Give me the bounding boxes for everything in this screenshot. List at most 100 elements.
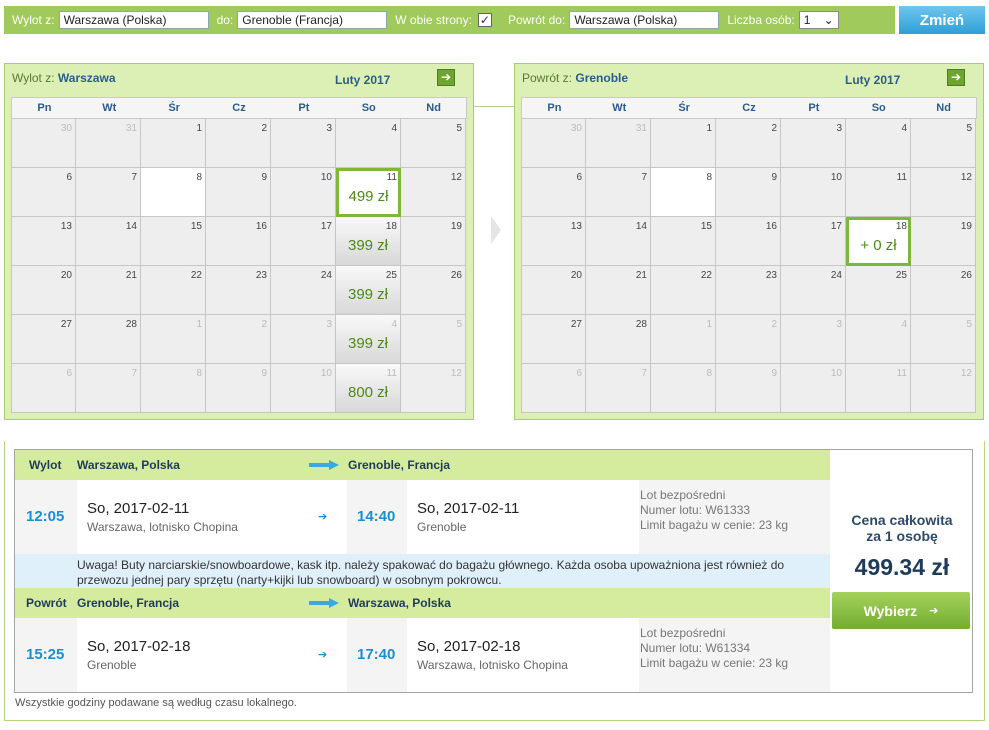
calendar-day: 28 [586, 315, 651, 364]
day-number: 7 [131, 368, 137, 379]
return-input[interactable] [569, 11, 720, 29]
calendar-day: 28 [76, 315, 141, 364]
arrow-right-icon [491, 216, 501, 244]
day-number: 1 [196, 123, 202, 134]
calendar-day-priced[interactable]: 18 399 zł [336, 217, 401, 266]
calendar-day-priced[interactable]: 4 399 zł [336, 315, 401, 364]
return-label: Powrót do: [507, 13, 566, 27]
day-number: 12 [450, 368, 462, 379]
day-number: 10 [830, 368, 842, 379]
calendar-day: 16 [206, 217, 271, 266]
calendar-week: 6 7 8 9 10 11 499 zł 12 [11, 168, 467, 217]
calendar-week: 27 28 1 2 3 4 399 zł 5 [11, 315, 467, 364]
month-label: Luty 2017 [845, 73, 901, 87]
next-month-icon[interactable]: ➔ [437, 69, 455, 86]
calendar-day: 19 [401, 217, 466, 266]
calendar-day: 7 [76, 168, 141, 217]
calendar-day: 8 [141, 168, 206, 217]
from-label: Powrót z: [522, 71, 573, 85]
day-number: 17 [320, 221, 332, 232]
day-number: 3 [326, 319, 332, 330]
direct-flight: Lot bezpośredni [640, 626, 726, 640]
calendar-day: 15 [651, 217, 716, 266]
day-number: 28 [635, 319, 647, 330]
weekday-label: So [871, 102, 886, 114]
calendar-day: 19 [911, 217, 976, 266]
calendar-day: 8 [651, 364, 716, 413]
calendar-day: 15 [141, 217, 206, 266]
leg-from: Grenoble, Francja [77, 596, 180, 610]
weekday-label: So [361, 102, 376, 114]
arrival-date: So, 2017-02-18 [417, 638, 521, 655]
flight-summary: Wylot Warszawa, Polska Grenoble, Francja… [14, 449, 973, 693]
calendar-day: 24 [781, 266, 846, 315]
arrival-date: So, 2017-02-11 [417, 500, 520, 517]
calendar-day: 6 [11, 364, 76, 413]
calendar-day: 7 [586, 364, 651, 413]
calendar-day: 2 [716, 119, 781, 168]
day-number: 15 [190, 221, 202, 232]
round-trip-checkbox[interactable]: ✓ [477, 13, 492, 27]
day-number: 16 [255, 221, 267, 232]
day-number: 3 [326, 123, 332, 134]
persons-select[interactable]: 1 ⌄ [798, 11, 839, 29]
day-price: 800 zł [347, 384, 389, 401]
round-trip-label: W obie strony: [395, 13, 472, 27]
direct-flight: Lot bezpośredni [640, 488, 726, 502]
day-number: 17 [830, 221, 842, 232]
day-number: 26 [450, 270, 462, 281]
calendar-day: 12 [911, 168, 976, 217]
day-number: 12 [960, 368, 972, 379]
calendar-day: 21 [586, 266, 651, 315]
return-calendar: Powrót z: Grenoble Luty 2017 ➔ Pn Wt Śr Cz P… [514, 63, 984, 420]
select-button[interactable]: Wybierz ➔ [832, 592, 970, 629]
calendar-day: 1 [141, 315, 206, 364]
day-number: 28 [125, 319, 137, 330]
day-number: 18 [385, 221, 397, 232]
calendar-header: Powrót z: Grenoble Luty 2017 ➔ [515, 64, 983, 94]
day-number: 14 [635, 221, 647, 232]
calendar-day-priced[interactable]: 11 800 zł [336, 364, 401, 413]
calendar-day: 11 [846, 168, 911, 217]
calendar-day: 23 [206, 266, 271, 315]
calendar-day: 3 [271, 315, 336, 364]
day-price: + 0 zł [860, 237, 897, 254]
outbound-leg-details: 12:05 So, 2017-02-11 Warszawa, lotnisko … [15, 480, 830, 554]
next-month-icon[interactable]: ➔ [947, 69, 965, 86]
calendar-day: 16 [716, 217, 781, 266]
inbound-leg-details: 15:25 So, 2017-02-18 Grenoble ➔ 17:40 So… [15, 618, 830, 692]
calendar-day: 22 [651, 266, 716, 315]
weeks: 30 31 1 2 3 4 5 6 7 8 9 10 11 12 13 14 15 16 17 18 + 0 zł 19 2… [521, 119, 977, 413]
weekday-label: Wt [612, 102, 627, 114]
day-number: 23 [765, 270, 777, 281]
calendar-day: 12 [911, 364, 976, 413]
weekday-label: Śr [678, 102, 690, 114]
arrow-right-icon: ➔ [318, 511, 328, 523]
calendar-day: 9 [716, 168, 781, 217]
calendar-day: 9 [206, 168, 271, 217]
calendar-day: 17 [271, 217, 336, 266]
to-label: do: [216, 13, 234, 27]
from-input[interactable] [58, 11, 209, 29]
calendar-day: 10 [271, 364, 336, 413]
calendar-day-priced[interactable]: 11 499 zł [336, 168, 401, 217]
day-number: 25 [385, 270, 397, 281]
calendar-day: 13 [11, 217, 76, 266]
timezone-footnote: Wszystkie godziny podawane są według cza… [15, 697, 297, 709]
change-button[interactable]: Zmień [895, 6, 985, 34]
calendar-day: 5 [911, 119, 976, 168]
calendar-day: 5 [401, 119, 466, 168]
leg-label: Wylot [29, 458, 62, 472]
calendar-day: 5 [401, 315, 466, 364]
calendar-day-priced[interactable]: 25 399 zł [336, 266, 401, 315]
calendar-day: 6 [521, 364, 586, 413]
to-input[interactable] [237, 11, 388, 29]
calendar-day: 8 [141, 364, 206, 413]
calendar-day-priced[interactable]: 18 + 0 zł [846, 217, 911, 266]
calendar-week: 6 7 8 9 10 11 12 [521, 364, 977, 413]
weekday-label: Pt [298, 102, 310, 114]
flight-number: Numer lotu: W61333 [640, 503, 751, 517]
calendar-day: 9 [206, 364, 271, 413]
calendar-day: 30 [521, 119, 586, 168]
calendar-from: Wylot z: Warszawa [12, 71, 116, 85]
